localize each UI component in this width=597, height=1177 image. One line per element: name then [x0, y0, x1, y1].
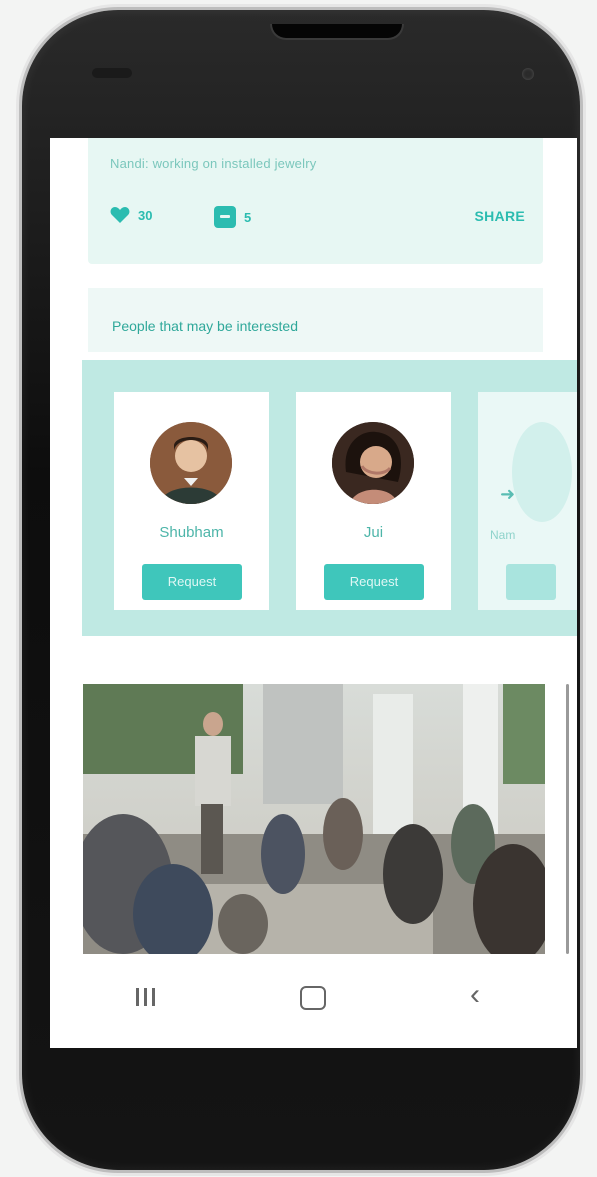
post-card: Nandi: working on installed jewelry 30 5…: [88, 138, 543, 264]
share-button[interactable]: SHARE: [474, 208, 525, 224]
group-gathering-image: [83, 684, 545, 954]
avatar-placeholder: [512, 422, 572, 522]
post-actions: 30 5 SHARE: [110, 206, 525, 230]
person-card-next[interactable]: ➜ Nam: [478, 392, 577, 610]
comment-button[interactable]: 5: [214, 206, 251, 228]
comment-count: 5: [244, 209, 252, 225]
people-carousel[interactable]: Shubham Request Jui Request ➜ Nam: [82, 360, 577, 636]
post-photo[interactable]: [83, 684, 545, 954]
earpiece: [270, 24, 404, 40]
front-camera: [522, 68, 534, 80]
request-button[interactable]: Request: [142, 564, 242, 600]
person-name: Nam: [490, 528, 516, 542]
request-button[interactable]: Request: [324, 564, 424, 600]
person-name: Shubham: [159, 524, 224, 541]
person-card-shubham[interactable]: Shubham Request: [114, 392, 269, 610]
arrow-right-icon: ➜: [500, 484, 516, 504]
people-section-header: People that may be interested: [88, 288, 543, 352]
people-section-title: People that may be interested: [112, 318, 299, 334]
person-card-jui[interactable]: Jui Request: [296, 392, 451, 610]
back-icon[interactable]: ‹: [470, 980, 480, 1010]
like-count: 30: [138, 207, 153, 223]
post-text: Nandi: working on installed jewelry: [110, 156, 317, 171]
avatar: [332, 422, 414, 504]
app-screen: Nandi: working on installed jewelry 30 5…: [50, 138, 577, 1048]
like-button[interactable]: 30: [110, 206, 152, 224]
comment-icon: [214, 206, 236, 228]
scrollbar[interactable]: [566, 684, 569, 954]
home-icon[interactable]: [300, 986, 326, 1010]
heart-icon: [110, 207, 130, 223]
person-name: Jui: [363, 524, 384, 541]
avatar: [150, 422, 232, 504]
request-button[interactable]: [506, 564, 556, 600]
recent-apps-icon[interactable]: [136, 988, 155, 1006]
proximity-sensor: [92, 68, 132, 78]
system-nav-bar: ‹: [50, 958, 577, 1048]
